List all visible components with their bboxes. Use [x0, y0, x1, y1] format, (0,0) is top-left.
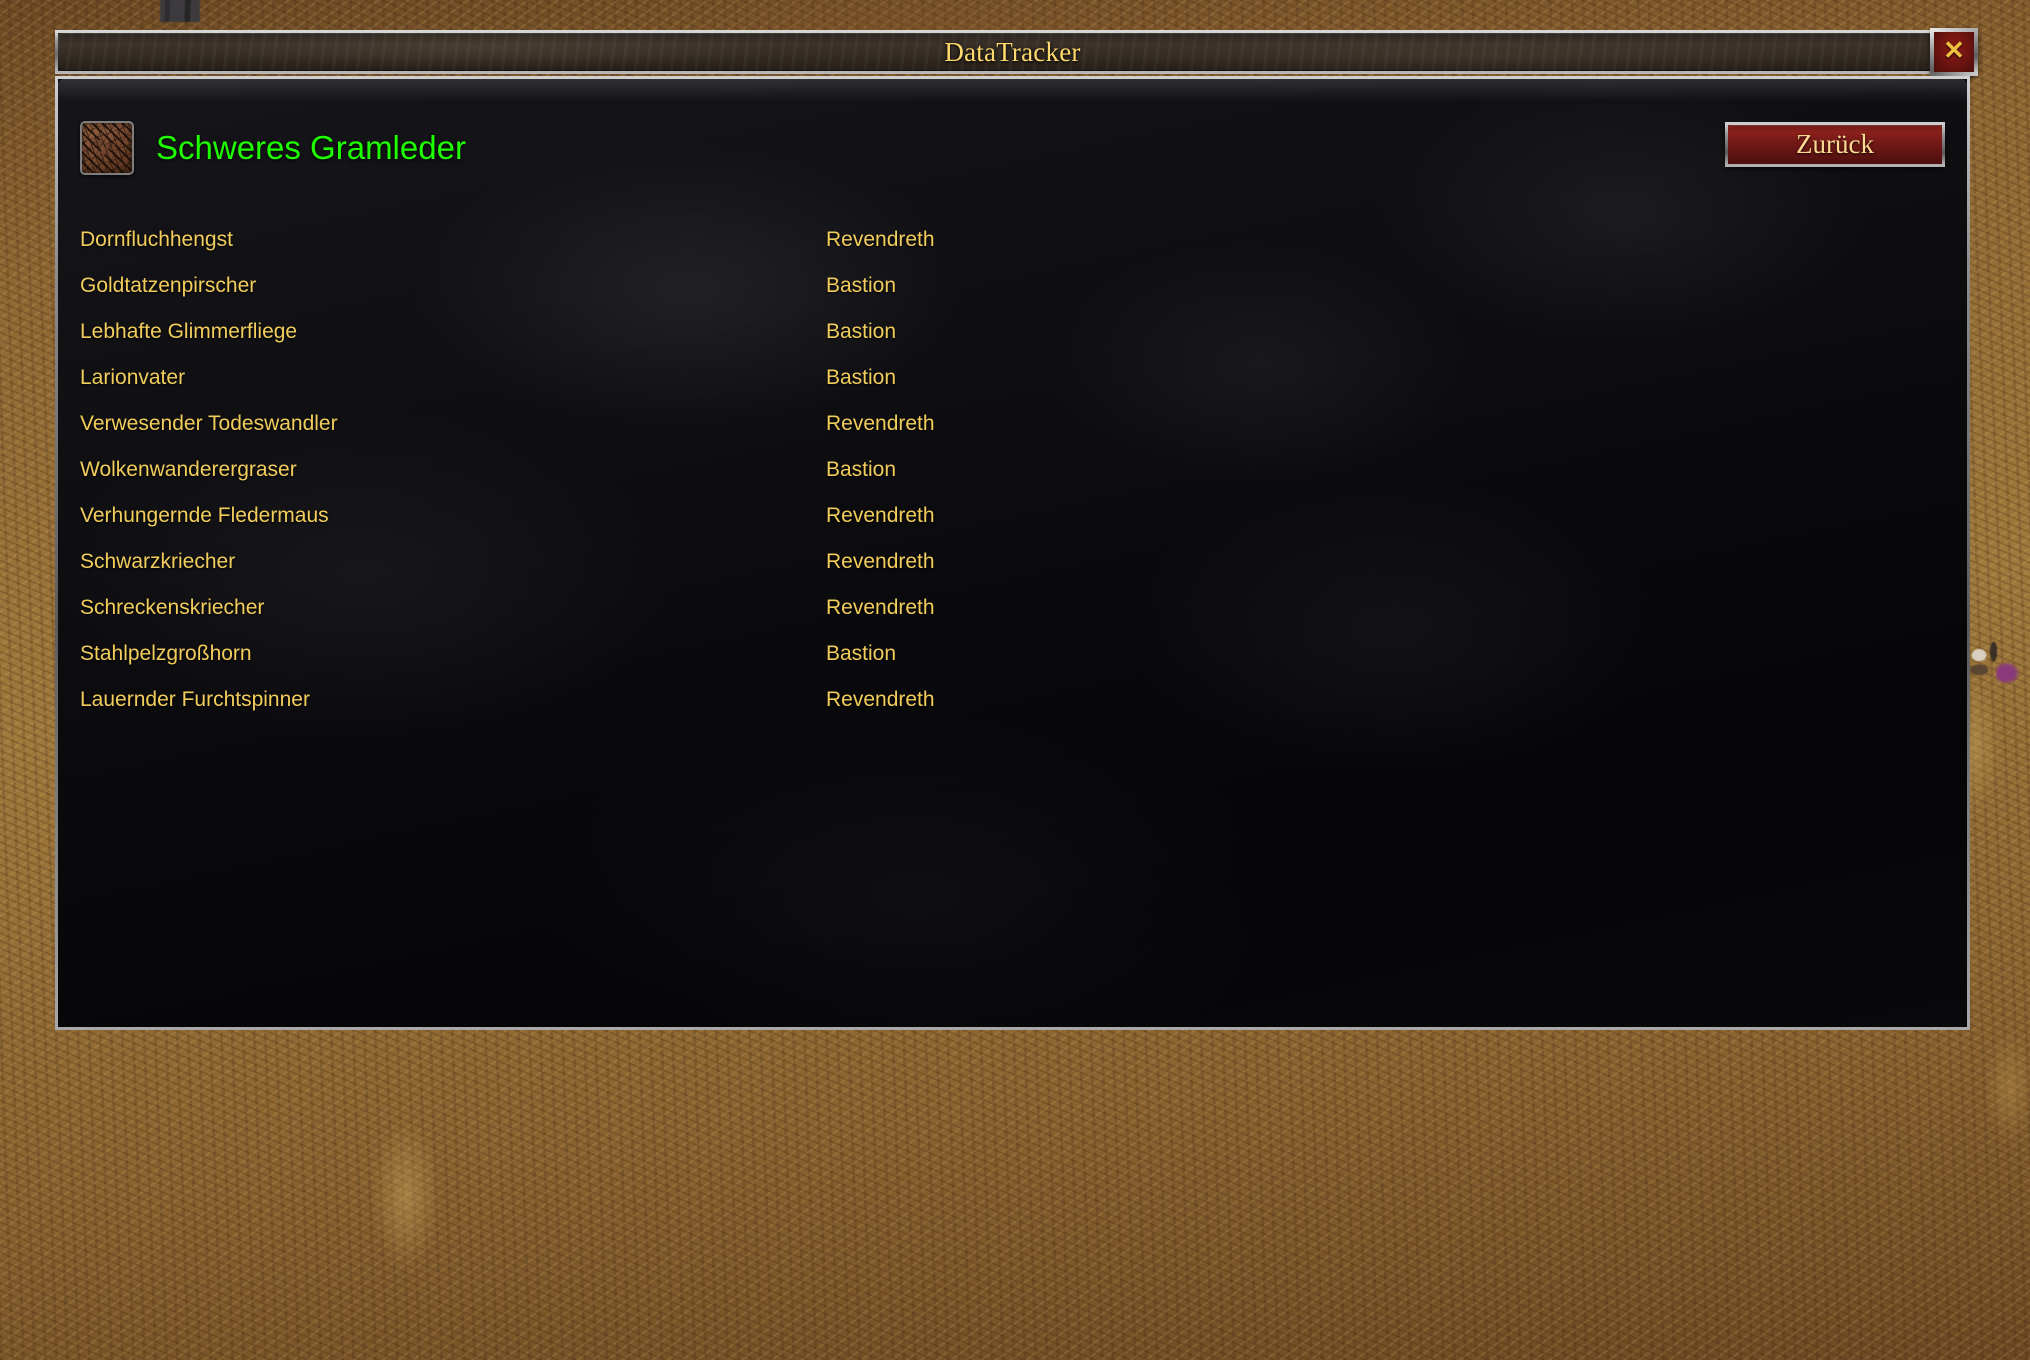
table-row[interactable]: Goldtatzenpirscher Bastion — [80, 263, 1945, 309]
row-creature-name: Wolkenwanderergraser — [80, 458, 297, 481]
datatracker-window: DataTracker ✕ Schweres Gramleder Zurück … — [55, 28, 1978, 1030]
window-title: DataTracker — [944, 37, 1081, 67]
row-zone-name: Revendreth — [826, 550, 935, 573]
item-header: Schweres Gramleder Zurück — [80, 121, 1945, 177]
row-creature-name: Schwarzkriecher — [80, 550, 236, 573]
player-character-model — [160, 0, 200, 22]
row-zone-name: Revendreth — [826, 596, 935, 619]
item-name: Schweres Gramleder — [156, 129, 466, 166]
row-zone-name: Revendreth — [826, 412, 935, 435]
row-zone-name: Bastion — [826, 642, 897, 665]
table-row[interactable]: Lauernder Furchtspinner Revendreth — [80, 677, 1945, 723]
row-zone-name: Bastion — [826, 458, 897, 481]
row-zone-name: Revendreth — [826, 504, 935, 527]
panel-top-highlight — [58, 79, 1967, 101]
row-zone-name: Revendreth — [826, 228, 935, 251]
table-row[interactable]: Verhungernde Fledermaus Revendreth — [80, 493, 1945, 539]
back-button-label: Zurück — [1796, 129, 1874, 159]
content-panel: Schweres Gramleder Zurück Dornfluchhengs… — [55, 76, 1970, 1030]
row-zone-name: Bastion — [826, 274, 897, 297]
row-zone-name: Revendreth — [826, 688, 935, 711]
row-creature-name: Schreckenskriecher — [80, 596, 265, 619]
world-creature-secondary — [1996, 660, 2022, 686]
table-row[interactable]: Dornfluchhengst Revendreth — [80, 217, 1945, 263]
table-row[interactable]: Schreckenskriecher Revendreth — [80, 585, 1945, 631]
row-creature-name: Lauernder Furchtspinner — [80, 688, 310, 711]
back-button[interactable]: Zurück — [1725, 122, 1945, 167]
table-row[interactable]: Schwarzkriecher Revendreth — [80, 539, 1945, 585]
table-row[interactable]: Stahlpelzgroßhorn Bastion — [80, 631, 1945, 677]
source-list: Dornfluchhengst Revendreth Goldtatzenpirsc… — [80, 217, 1945, 1017]
row-creature-name: Goldtatzenpirscher — [80, 274, 257, 297]
row-creature-name: Larionvater — [80, 366, 186, 389]
table-row[interactable]: Wolkenwanderergraser Bastion — [80, 447, 1945, 493]
row-creature-name: Dornfluchhengst — [80, 228, 233, 251]
row-zone-name: Bastion — [826, 366, 897, 389]
row-creature-name: Lebhafte Glimmerfliege — [80, 320, 298, 343]
table-row[interactable]: Lebhafte Glimmerfliege Bastion — [80, 309, 1945, 355]
table-row[interactable]: Verwesender Todeswandler Revendreth — [80, 401, 1945, 447]
row-creature-name: Verhungernde Fledermaus — [80, 504, 329, 527]
window-title-bar[interactable]: DataTracker — [55, 30, 1970, 74]
table-row[interactable]: Larionvater Bastion — [80, 355, 1945, 401]
row-creature-name: Verwesender Todeswandler — [80, 412, 338, 435]
leather-item-icon[interactable] — [80, 121, 134, 175]
row-creature-name: Stahlpelzgroßhorn — [80, 642, 252, 665]
row-zone-name: Bastion — [826, 320, 897, 343]
